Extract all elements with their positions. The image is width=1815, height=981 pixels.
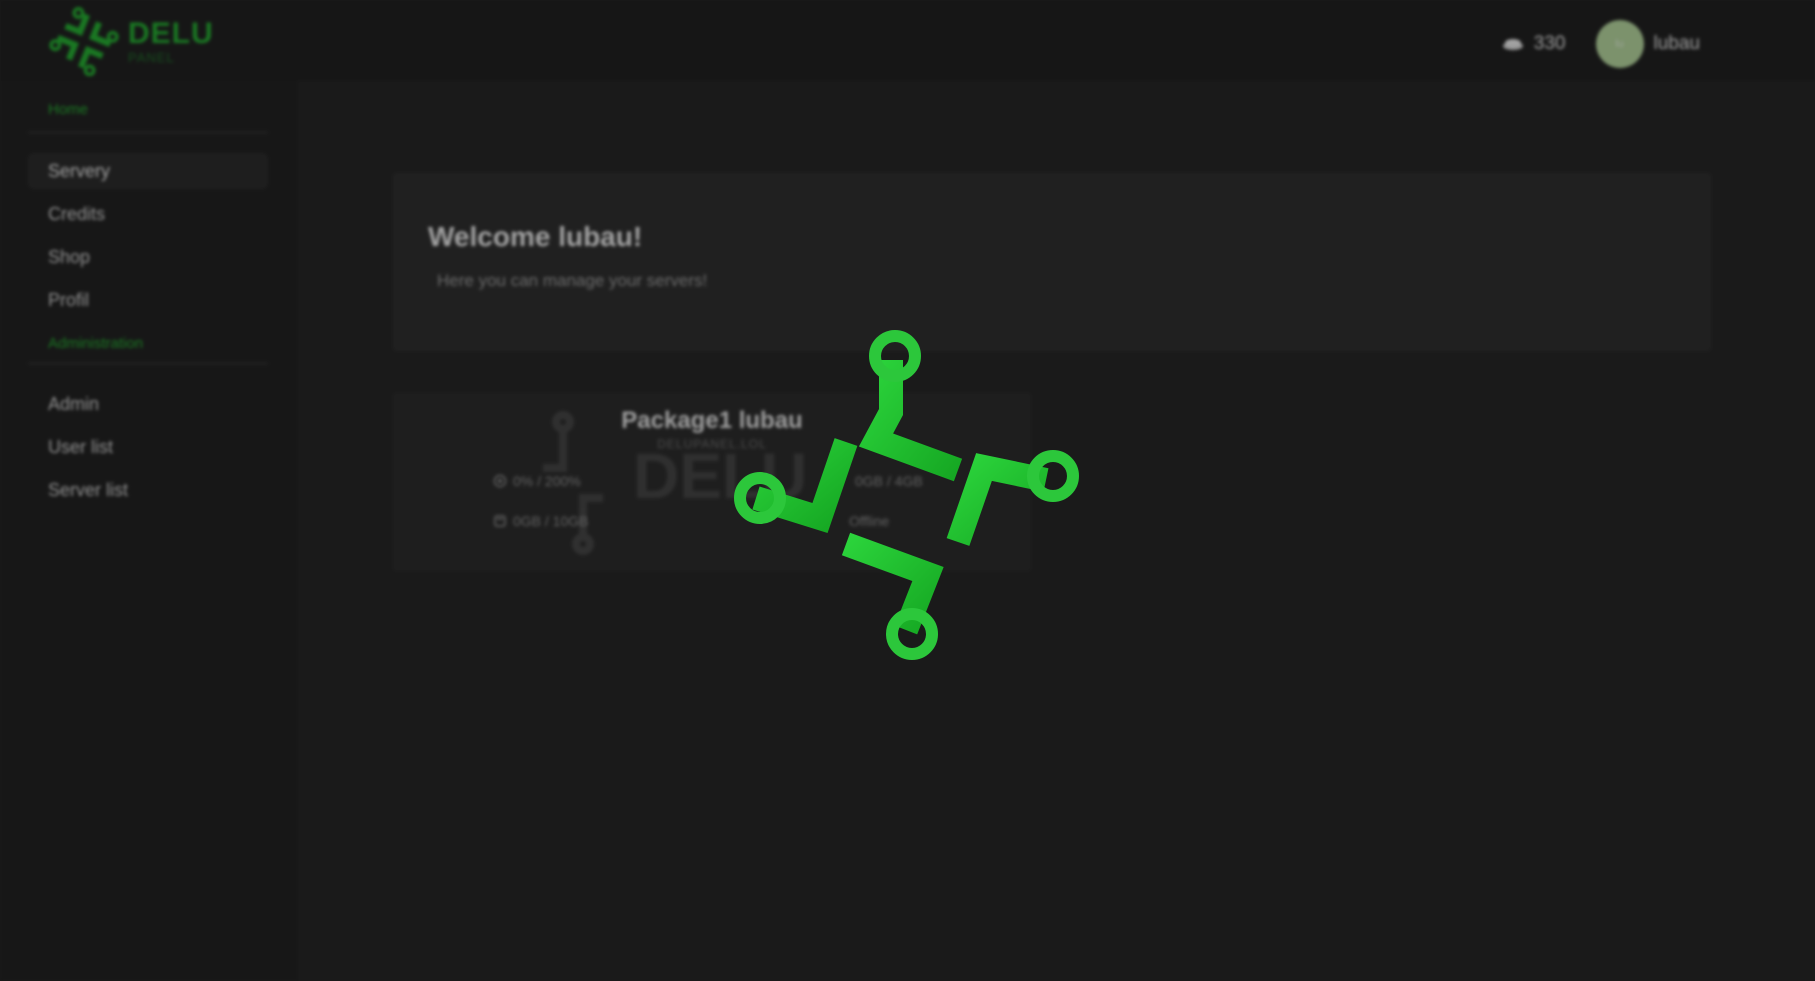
delu-loader-icon	[734, 330, 1079, 660]
app-root: DELU PANEL 330 lu lubau Home Servery Cre…	[0, 0, 1815, 981]
